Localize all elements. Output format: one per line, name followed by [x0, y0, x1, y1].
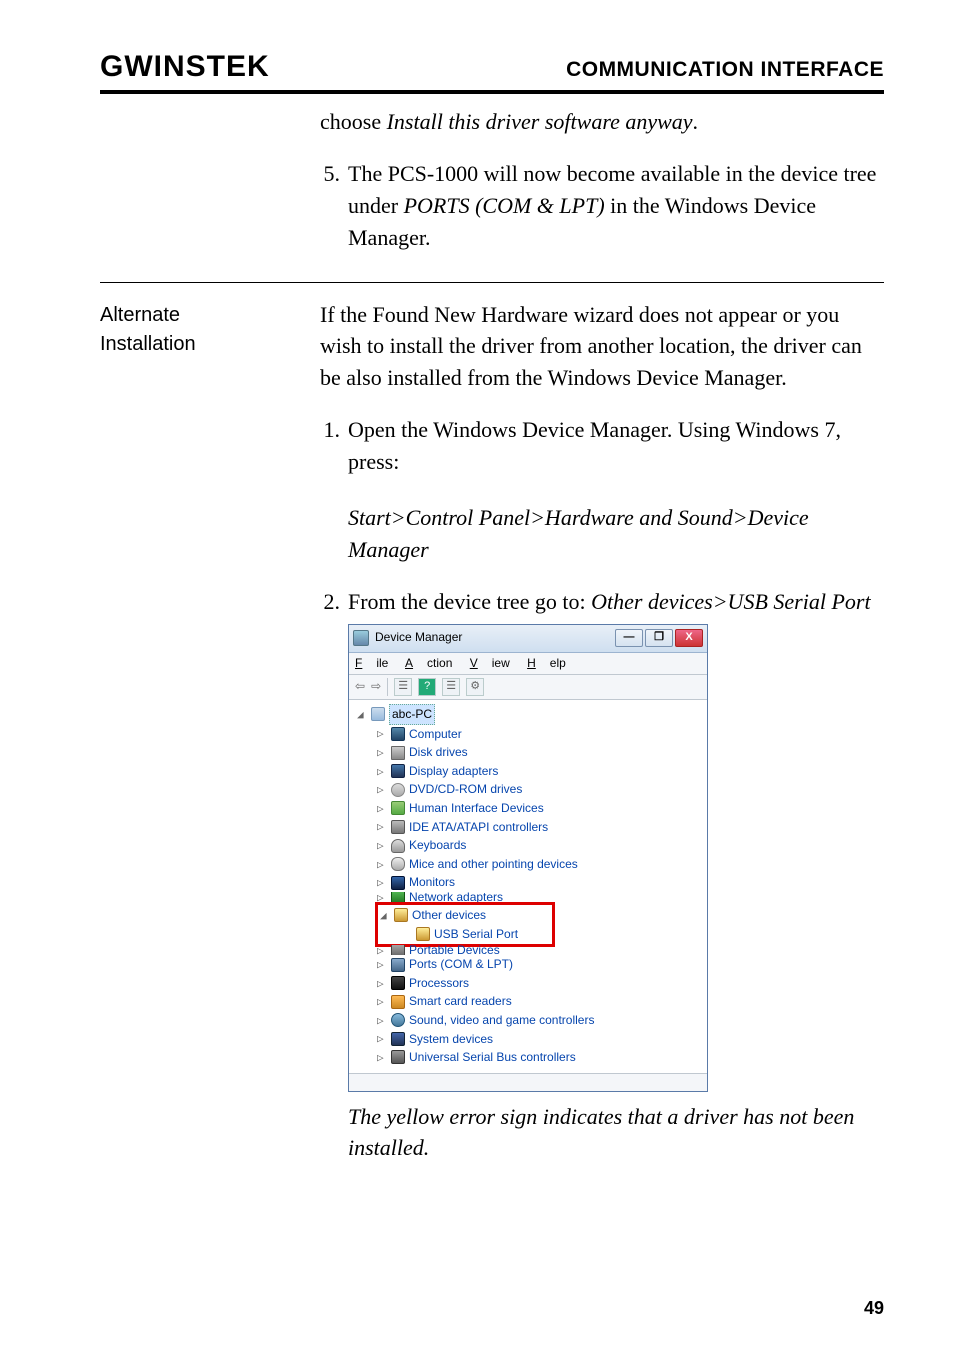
mouse-icon: [391, 857, 405, 871]
usb-serial-icon: [416, 927, 430, 941]
tree-node-other-devices[interactable]: ◢Other devices: [380, 906, 550, 925]
highlight-box: ◢Other devices USB Serial Port: [375, 902, 555, 947]
step-number: 2.: [320, 586, 348, 1164]
device-manager-window: Device Manager — ❐ X File Action View He: [348, 624, 708, 1092]
page-number: 49: [864, 1298, 884, 1319]
disk-icon: [391, 746, 405, 760]
ports-icon: [391, 958, 405, 972]
tree-node-keyboards[interactable]: ▷Keyboards: [355, 836, 701, 855]
tree-node-smartcard[interactable]: ▷Smart card readers: [355, 992, 701, 1011]
restore-button[interactable]: ❐: [645, 629, 673, 647]
tree-node-computer[interactable]: ▷Computer: [355, 725, 701, 744]
tree-node-processors[interactable]: ▷Processors: [355, 974, 701, 993]
forward-button[interactable]: ⇨: [371, 678, 381, 695]
ide-icon: [391, 820, 405, 834]
alt-intro: If the Found New Hardware wizard does no…: [320, 299, 884, 395]
step2-text-italic: Other devices>USB Serial Port: [591, 589, 870, 614]
step-5: 5. The PCS-1000 will now become availabl…: [320, 158, 884, 254]
smartcard-icon: [391, 995, 405, 1009]
tree-node-monitors[interactable]: ▷Monitors: [355, 873, 701, 892]
minimize-button[interactable]: —: [615, 629, 643, 647]
separator-rule: [100, 282, 884, 283]
side-label: Alternate Installation: [100, 299, 250, 1184]
tree-node-mice[interactable]: ▷Mice and other pointing devices: [355, 855, 701, 874]
app-icon: [353, 630, 369, 646]
display-icon: [391, 764, 405, 778]
usb-controller-icon: [391, 1050, 405, 1064]
network-icon: [391, 892, 405, 902]
help-button[interactable]: ?: [418, 678, 436, 696]
tree-node-system[interactable]: ▷System devices: [355, 1030, 701, 1049]
choose-prefix: choose: [320, 109, 387, 134]
step-1: 1. Open the Windows Device Manager. Usin…: [320, 414, 884, 566]
tree-node-portable[interactable]: ▷Portable Devices: [355, 945, 701, 955]
root-label: abc-PC: [389, 704, 435, 725]
tree-node-ide[interactable]: ▷IDE ATA/ATAPI controllers: [355, 818, 701, 837]
other-devices-icon: [394, 908, 408, 922]
sound-icon: [391, 1013, 405, 1027]
figure-caption: The yellow error sign indicates that a d…: [348, 1102, 884, 1164]
step-number: 5.: [320, 158, 348, 254]
side-label-line2: Installation: [100, 330, 250, 359]
menu-action[interactable]: Action: [405, 656, 452, 670]
processor-icon: [391, 976, 405, 990]
step1-text: Open the Windows Device Manager. Using W…: [348, 414, 884, 478]
monitor-icon: [391, 876, 405, 890]
window-title: Device Manager: [375, 629, 615, 646]
portable-icon: [391, 945, 405, 955]
toolbar: ⇦ ⇨ ☰ ? ☰ ⚙: [349, 675, 707, 700]
hid-icon: [391, 801, 405, 815]
tree-node-dvd[interactable]: ▷DVD/CD-ROM drives: [355, 780, 701, 799]
titlebar[interactable]: Device Manager — ❐ X: [349, 625, 707, 653]
tree-node-network[interactable]: ▷Network adapters: [355, 892, 701, 902]
menubar[interactable]: File Action View Help: [349, 653, 707, 675]
menu-view[interactable]: View: [470, 656, 510, 670]
choose-suffix: .: [693, 109, 699, 134]
menu-help[interactable]: Help: [527, 656, 566, 670]
step2-text-a: From the device tree go to:: [348, 589, 591, 614]
step-number: 1.: [320, 414, 348, 566]
tree-root[interactable]: ◢abc-PC: [355, 704, 701, 725]
toolbar-separator: [387, 678, 388, 696]
dvd-icon: [391, 783, 405, 797]
tree-node-disk[interactable]: ▷Disk drives: [355, 743, 701, 762]
menu-file[interactable]: File: [355, 656, 388, 670]
step5-text-italic: PORTS (COM & LPT): [404, 193, 605, 218]
close-button[interactable]: X: [675, 629, 703, 647]
choose-italic: Install this driver software anyway: [387, 109, 693, 134]
brand-logo: GWINSTEK: [100, 50, 270, 84]
properties-button[interactable]: ☰: [394, 678, 412, 696]
keyboard-icon: [391, 839, 405, 853]
page-content: choose Install this driver software anyw…: [100, 106, 884, 1183]
step-2: 2. From the device tree go to: Other dev…: [320, 586, 884, 1164]
step1-path: Start>Control Panel>Hardware and Sound>D…: [348, 502, 884, 566]
computer-icon: [371, 707, 385, 721]
tree-node-usb-controllers[interactable]: ▷Universal Serial Bus controllers: [355, 1048, 701, 1067]
update-button[interactable]: ⚙: [466, 678, 484, 696]
tree-node-hid[interactable]: ▷Human Interface Devices: [355, 799, 701, 818]
back-button[interactable]: ⇦: [355, 678, 365, 695]
system-icon: [391, 1032, 405, 1046]
device-tree[interactable]: ◢abc-PC ▷Computer ▷Disk drives ▷Display …: [349, 700, 707, 1073]
tree-node-display[interactable]: ▷Display adapters: [355, 762, 701, 781]
tree-node-ports[interactable]: ▷Ports (COM & LPT): [355, 955, 701, 974]
statusbar: [349, 1073, 707, 1091]
side-label-line1: Alternate: [100, 301, 250, 330]
page-header: GWINSTEK COMMUNICATION INTERFACE: [100, 50, 884, 94]
computer-icon: [391, 727, 405, 741]
tree-node-usb-serial-port[interactable]: USB Serial Port: [380, 925, 550, 944]
section-heading: COMMUNICATION INTERFACE: [566, 58, 884, 82]
tree-node-sound[interactable]: ▷Sound, video and game controllers: [355, 1011, 701, 1030]
choose-line: choose Install this driver software anyw…: [320, 106, 884, 138]
scan-button[interactable]: ☰: [442, 678, 460, 696]
